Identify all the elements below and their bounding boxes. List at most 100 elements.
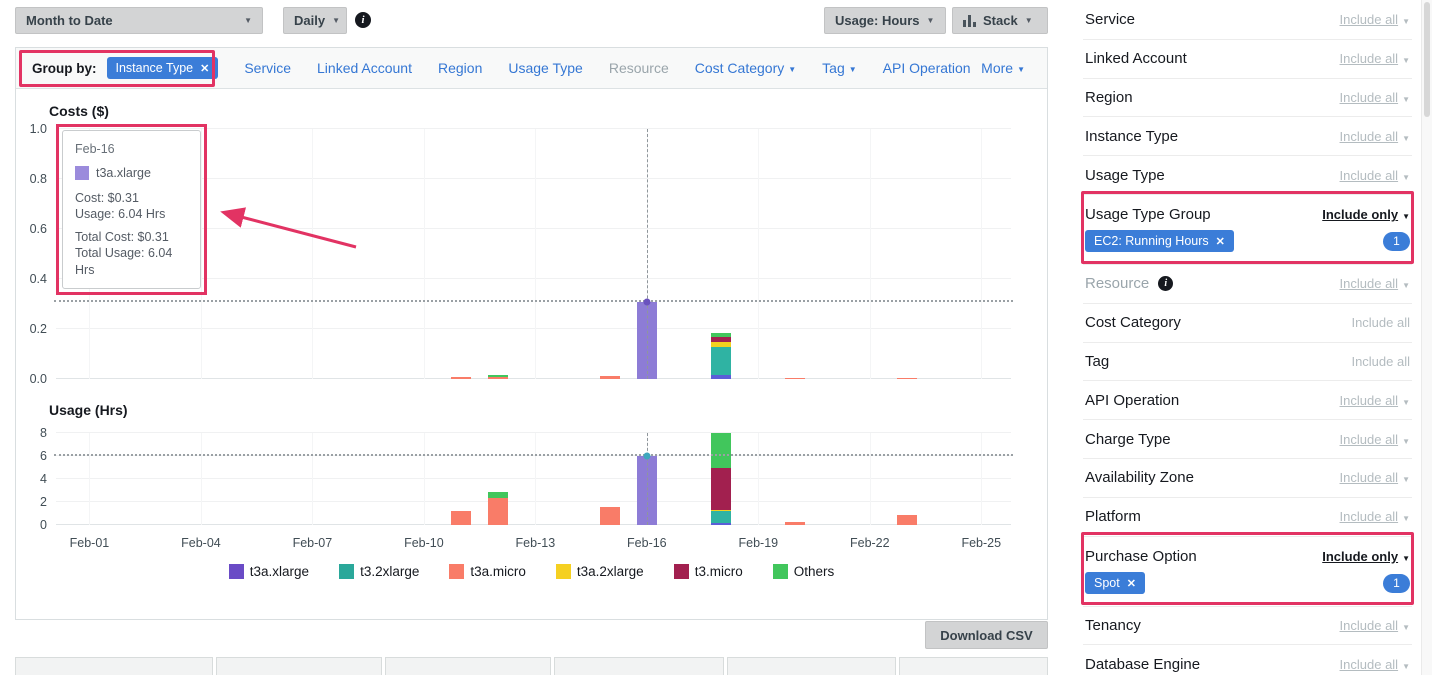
filter-dropdown-usage-type-group[interactable]: Include only▼	[1322, 207, 1410, 222]
tab-cost-category[interactable]: Cost Category▼	[695, 60, 796, 76]
tooltip-total-cost: Total Cost: $0.31	[75, 229, 188, 245]
bar-segment-t3a-micro[interactable]	[600, 507, 620, 525]
chevron-down-icon: ▼	[1402, 554, 1410, 563]
download-csv-button[interactable]: Download CSV	[925, 621, 1048, 649]
legend-label: t3.2xlarge	[360, 564, 419, 579]
y-tick-label: 0.0	[30, 372, 47, 386]
gridline	[312, 129, 313, 379]
tab-linked-account[interactable]: Linked Account	[317, 60, 412, 76]
filter-dropdown-tenancy[interactable]: Include all▼	[1340, 618, 1410, 633]
filter-dropdown-instance-type[interactable]: Include all▼	[1340, 129, 1410, 144]
legend-swatch	[773, 564, 788, 579]
filter-dropdown-database-engine[interactable]: Include all▼	[1340, 657, 1410, 672]
bar-segment-t3a-2xlarge[interactable]	[711, 342, 731, 347]
gridline	[758, 129, 759, 379]
bar-segment-t3a-micro[interactable]	[785, 378, 805, 379]
x-tick-label: Feb-04	[181, 536, 221, 550]
bar-segment-t3a-xlarge[interactable]	[711, 523, 731, 525]
filter-row-service: ServiceInclude all▼	[1083, 1, 1412, 40]
bar-segment-t3a-micro[interactable]	[897, 515, 917, 525]
filter-dropdown-availability-zone[interactable]: Include all▼	[1340, 470, 1410, 485]
tab-resource: Resource	[609, 60, 669, 76]
bar-segment-t3a-micro[interactable]	[897, 378, 917, 380]
filter-dropdown-linked-account[interactable]: Include all▼	[1340, 51, 1410, 66]
y-tick-label: 8	[40, 426, 47, 440]
close-icon[interactable]: ✕	[200, 62, 209, 75]
info-icon[interactable]: i	[355, 12, 371, 28]
close-icon[interactable]: ✕	[1216, 235, 1225, 248]
bar-segment-t3a-micro[interactable]	[488, 498, 508, 525]
filter-dropdown-region[interactable]: Include all▼	[1340, 90, 1410, 105]
filter-chip-ec2-running-hours[interactable]: EC2: Running Hours✕	[1085, 230, 1234, 252]
bar-segment-others[interactable]	[711, 433, 731, 469]
bar-segment-t3-micro[interactable]	[711, 337, 731, 342]
filter-dropdown-resource[interactable]: Include all▼	[1340, 276, 1410, 291]
highlight-box-tooltip: Feb-16 t3a.xlarge Cost: $0.31 Usage: 6.0…	[56, 124, 207, 295]
gridline	[56, 432, 1011, 433]
bar-segment-t3-2xlarge[interactable]	[711, 347, 731, 375]
tab-more[interactable]: More▼	[981, 60, 1025, 76]
chart-style-dropdown[interactable]: Stack ▼	[952, 7, 1048, 34]
bar-segment-others[interactable]	[488, 492, 508, 498]
filter-row-region: RegionInclude all▼	[1083, 79, 1412, 118]
filter-label: API Operation	[1085, 392, 1179, 409]
bar-segment-t3-micro[interactable]	[711, 468, 731, 509]
bar-segment-others[interactable]	[488, 375, 508, 377]
scrollbar[interactable]	[1421, 0, 1432, 675]
filter-dropdown-cost-category: Include all	[1351, 315, 1410, 330]
chart-tooltip: Feb-16 t3a.xlarge Cost: $0.31 Usage: 6.0…	[62, 130, 201, 289]
groupby-chip-instance-type[interactable]: Instance Type ✕	[107, 57, 219, 79]
y-tick-label: 2	[40, 495, 47, 509]
filter-dropdown-api-operation[interactable]: Include all▼	[1340, 393, 1410, 408]
y-tick-label: 0	[40, 518, 47, 532]
filter-label: Tag	[1085, 353, 1109, 370]
tooltip-cost: Cost: $0.31	[75, 190, 188, 206]
close-icon[interactable]: ✕	[1127, 577, 1136, 590]
bar-segment-t3a-micro[interactable]	[488, 377, 508, 379]
reference-dotted-line	[54, 454, 1013, 456]
bar-segment-t3a-micro[interactable]	[451, 377, 471, 380]
gridline	[56, 328, 1011, 329]
x-tick-label: Feb-19	[739, 536, 779, 550]
bar-segment-t3-2xlarge[interactable]	[711, 511, 731, 523]
x-tick-label: Feb-07	[293, 536, 333, 550]
tooltip-series-label: t3a.xlarge	[96, 165, 151, 181]
data-table-header	[15, 657, 1048, 675]
filter-chip-spot[interactable]: Spot✕	[1085, 572, 1145, 594]
filter-row-usage-type: Usage TypeInclude all▼	[1083, 156, 1412, 195]
filter-dropdown-service[interactable]: Include all▼	[1340, 12, 1410, 27]
usage-metric-dropdown[interactable]: Usage: Hours ▼	[824, 7, 946, 34]
legend-label: Others	[794, 564, 835, 579]
bar-segment-t3a-micro[interactable]	[600, 376, 620, 379]
bar-segment-others[interactable]	[711, 333, 731, 337]
chevron-down-icon: ▼	[927, 16, 935, 25]
date-range-dropdown[interactable]: Month to Date ▼	[15, 7, 263, 34]
filter-dropdown-platform[interactable]: Include all▼	[1340, 509, 1410, 524]
scrollbar-thumb[interactable]	[1424, 2, 1430, 117]
bar-segment-t3a-xlarge[interactable]	[711, 375, 731, 379]
tab-api-operation[interactable]: API Operation	[883, 60, 971, 76]
tab-tag[interactable]: Tag▼	[822, 60, 857, 76]
tab-service[interactable]: Service	[244, 60, 291, 76]
info-icon[interactable]: i	[1158, 276, 1173, 291]
bar-segment-t3a-2xlarge[interactable]	[711, 510, 731, 511]
bar-segment-t3a-micro[interactable]	[785, 522, 805, 525]
filter-row-instance-type: Instance TypeInclude all▼	[1083, 117, 1412, 156]
gridline	[424, 129, 425, 379]
tab-region[interactable]: Region	[438, 60, 482, 76]
bar-segment-t3a-micro[interactable]	[451, 511, 471, 525]
chevron-down-icon: ▼	[1402, 281, 1410, 290]
gridline	[981, 129, 982, 379]
table-header-cell	[385, 657, 551, 675]
x-tick-label: Feb-01	[70, 536, 110, 550]
chevron-down-icon: ▼	[1402, 398, 1410, 407]
tab-usage-type[interactable]: Usage Type	[508, 60, 582, 76]
granularity-dropdown[interactable]: Daily ▼	[283, 7, 347, 34]
table-header-cell	[216, 657, 382, 675]
filter-dropdown-purchase-option[interactable]: Include only▼	[1322, 549, 1410, 564]
filter-dropdown-charge-type[interactable]: Include all▼	[1340, 432, 1410, 447]
filter-row-platform: PlatformInclude all▼	[1083, 498, 1412, 537]
filter-dropdown-usage-type[interactable]: Include all▼	[1340, 168, 1410, 183]
filter-row-availability-zone: Availability ZoneInclude all▼	[1083, 459, 1412, 498]
table-header-cell	[727, 657, 896, 675]
